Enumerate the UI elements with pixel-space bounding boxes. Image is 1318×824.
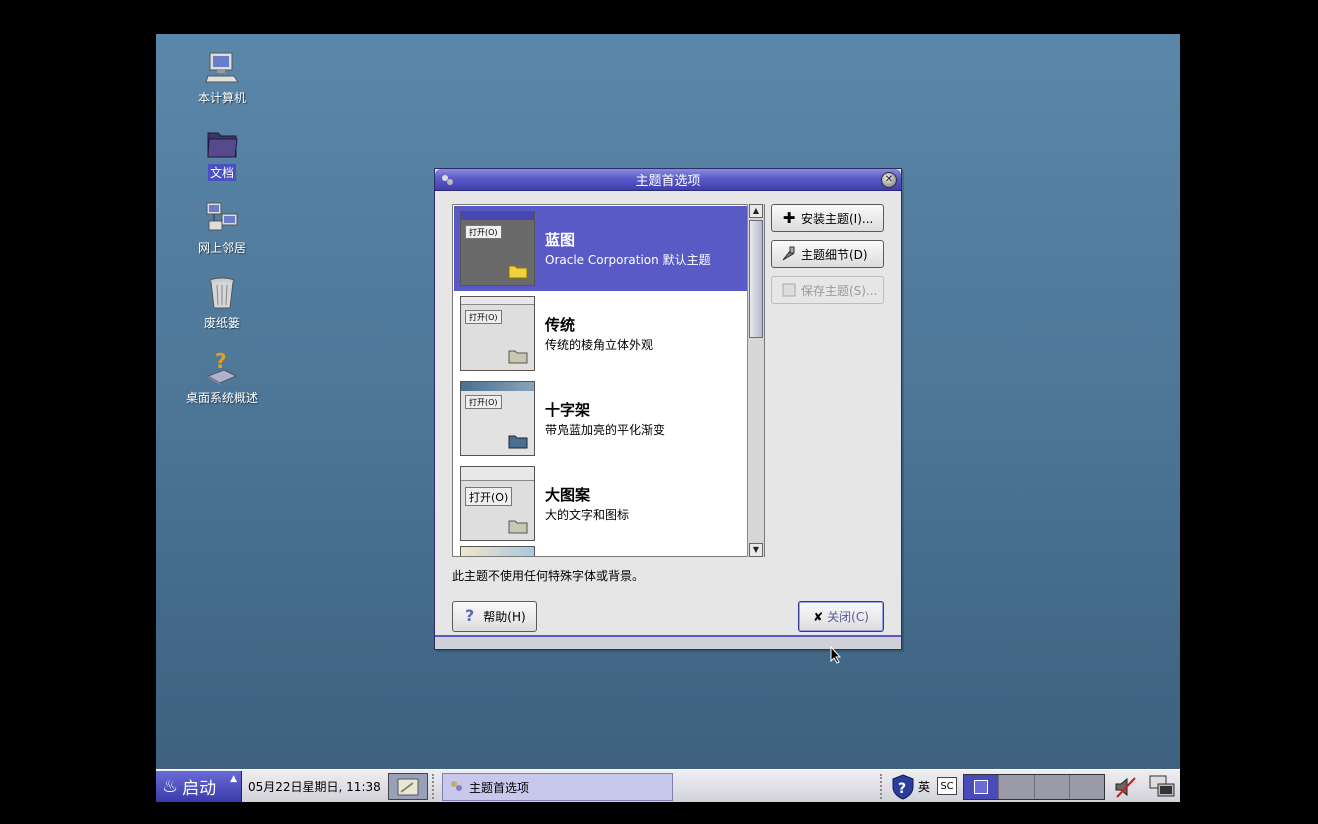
desktop-icon-label: 废纸篓 xyxy=(203,316,240,330)
scrollbar-thumb[interactable] xyxy=(749,220,763,338)
theme-preview-thumbnail: 打开(O) xyxy=(460,296,535,371)
network-icon xyxy=(204,200,240,236)
input-lang-indicator[interactable]: SC xyxy=(937,777,957,795)
theme-preview-thumbnail xyxy=(460,546,535,556)
desktop-icon-label: 本计算机 xyxy=(197,91,246,105)
theme-preview-thumbnail: 打开(O) xyxy=(460,466,535,541)
workspace-4[interactable] xyxy=(1069,775,1104,799)
folder-icon xyxy=(508,520,528,534)
dialog-title: 主题首选项 xyxy=(635,174,701,189)
mini-open-button: 打开(O) xyxy=(465,310,502,324)
java-logo-icon: ♨ xyxy=(162,776,179,797)
theme-description: 大的文字和图标 xyxy=(545,508,630,522)
workspace-1[interactable] xyxy=(964,775,1000,799)
desktop-icon-network[interactable]: 网上邻居 xyxy=(167,200,277,256)
theme-description: Oracle Corporation 默认主题 xyxy=(545,253,711,267)
shield-help-icon[interactable]: ? xyxy=(890,773,916,800)
theme-item-blueprint[interactable]: 打开(O) 蓝图 Oracle Corporation 默认主题 xyxy=(454,206,747,291)
arrow-up-icon: ▲ xyxy=(230,774,237,784)
desktop-screen: 本计算机 文档 网上邻居 废纸篓 ? 桌面系统概述 主题首选项 ✕ 打开(O) … xyxy=(156,34,1180,802)
computer-icon xyxy=(204,50,240,86)
theme-prefs-icon xyxy=(449,778,465,797)
dialog-titlebar[interactable]: 主题首选项 ✕ xyxy=(435,169,901,191)
scroll-up-icon[interactable]: ▲ xyxy=(749,204,763,218)
close-icon: ✘ xyxy=(813,609,824,624)
theme-item-partial[interactable] xyxy=(454,546,747,556)
help-icon: ? xyxy=(463,606,479,627)
desktop-icon-documents[interactable]: 文档 xyxy=(167,125,277,181)
desktop-icon-label: 文档 xyxy=(207,164,236,181)
brush-icon xyxy=(780,245,798,263)
input-method-label[interactable]: 英 xyxy=(918,770,930,802)
save-theme-button[interactable]: 保存主题(S)... xyxy=(771,276,884,304)
theme-description: 传统的棱角立体外观 xyxy=(545,338,654,352)
svg-text:?: ? xyxy=(465,606,474,624)
plus-icon: ✚ xyxy=(782,209,796,227)
folder-icon xyxy=(508,350,528,364)
window-menu-icon[interactable] xyxy=(440,172,456,188)
trash-icon xyxy=(204,275,240,311)
close-button[interactable]: ✘ 关闭(C) xyxy=(798,601,884,632)
theme-name: 十字架 xyxy=(545,401,591,419)
desktop-icon-trash[interactable]: 废纸篓 xyxy=(167,275,277,331)
panel-drag-handle[interactable] xyxy=(880,774,886,799)
mouse-cursor-icon xyxy=(830,646,842,664)
folder-icon xyxy=(508,265,528,279)
theme-preview-thumbnail: 打开(O) xyxy=(460,211,535,286)
theme-list[interactable]: 打开(O) 蓝图 Oracle Corporation 默认主题 打开(O) 传… xyxy=(452,204,765,557)
theme-description: 带凫蓝加亮的平化渐变 xyxy=(545,423,666,437)
panel-drag-handle[interactable] xyxy=(432,774,438,799)
help-button[interactable]: ? 帮助(H) xyxy=(452,601,537,632)
theme-preferences-dialog: 主题首选项 ✕ 打开(O) 蓝图 Oracle Corporation 默认主题 xyxy=(434,168,902,650)
svg-text:?: ? xyxy=(898,781,906,797)
mini-open-button: 打开(O) xyxy=(465,395,502,409)
desktop-icon-label: 网上邻居 xyxy=(197,241,246,255)
install-theme-button[interactable]: ✚ 安装主题(I)... xyxy=(771,204,884,232)
theme-item-large-print[interactable]: 打开(O) 大图案 大的文字和图标 xyxy=(454,461,747,546)
theme-name: 大图案 xyxy=(545,486,591,504)
help-overview-icon: ? xyxy=(204,349,240,386)
theme-name: 蓝图 xyxy=(545,231,576,249)
svg-text:?: ? xyxy=(215,350,227,373)
theme-item-classic[interactable]: 打开(O) 传统 传统的棱角立体外观 xyxy=(454,291,747,376)
documents-folder-icon xyxy=(204,125,240,161)
theme-name: 传统 xyxy=(545,316,576,334)
taskbar-clock[interactable]: 05月22日星期日, 11:38 xyxy=(248,770,381,802)
mini-open-button: 打开(O) xyxy=(465,225,502,239)
volume-muted-icon[interactable] xyxy=(1111,774,1141,800)
theme-list-scrollbar[interactable]: ▲ ▼ xyxy=(747,204,764,557)
taskbar-window-item[interactable]: 主题首选项 xyxy=(442,773,673,801)
workspace-switcher[interactable] xyxy=(963,774,1105,800)
taskbar: ♨ 启动 ▲ 05月22日星期日, 11:38 主题首选项 ? 英 SC xyxy=(156,769,1180,802)
mini-open-button: 打开(O) xyxy=(465,487,513,506)
desktop-icon-label: 桌面系统概述 xyxy=(185,391,258,405)
theme-item-crux[interactable]: 打开(O) 十字架 带凫蓝加亮的平化渐变 xyxy=(454,376,747,461)
network-status-icon[interactable] xyxy=(1147,773,1177,801)
theme-details-button[interactable]: 主题细节(D) xyxy=(771,240,884,268)
show-desktop-button[interactable] xyxy=(388,773,428,800)
scroll-down-icon[interactable]: ▼ xyxy=(749,543,763,557)
start-button[interactable]: ♨ 启动 ▲ xyxy=(156,771,242,802)
theme-preview-thumbnail: 打开(O) xyxy=(460,381,535,456)
workspace-3[interactable] xyxy=(1034,775,1070,799)
desktop-icon-overview[interactable]: ? 桌面系统概述 xyxy=(167,349,277,406)
desktop-icon-computer[interactable]: 本计算机 xyxy=(167,50,277,106)
desktop-icon xyxy=(397,778,419,795)
theme-info-text: 此主题不使用任何特殊字体或背景。 xyxy=(452,569,645,583)
workspace-2[interactable] xyxy=(999,775,1035,799)
window-close-icon[interactable]: ✕ xyxy=(881,172,897,188)
save-icon xyxy=(780,281,798,299)
folder-icon xyxy=(508,435,528,449)
